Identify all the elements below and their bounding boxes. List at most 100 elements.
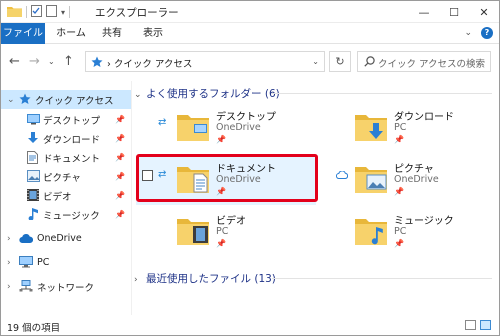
search-placeholder: クイック アクセスの検索 [378, 59, 486, 70]
pin-icon: 📌 [115, 172, 125, 181]
tab-file[interactable]: ファイル [1, 23, 45, 44]
title-bar: ▾ エクスプローラー — ☐ ✕ [1, 1, 499, 23]
folder-location: PC [394, 226, 407, 237]
folder-icon [7, 5, 22, 20]
details-view-icon[interactable] [465, 320, 476, 330]
group-title: 最近使用したファイル [146, 273, 251, 285]
nav-item-label: ミュージック [43, 210, 100, 222]
folder-tile-music[interactable]: ミュージック PC 📌 [314, 209, 494, 257]
nav-item-label: ネットワーク [37, 282, 95, 294]
folder-tile-desktop[interactable]: ⇄ デスクトップ OneDrive 📌 [136, 105, 316, 153]
toolbar-divider [26, 6, 27, 18]
nav-item-downloads[interactable]: ダウンロード 📌 [1, 129, 131, 148]
star-icon [91, 56, 103, 71]
refresh-button[interactable]: ↻ [329, 51, 351, 72]
maximize-button[interactable]: ☐ [439, 1, 469, 23]
help-icon[interactable]: ? [481, 27, 493, 39]
forward-arrow-icon[interactable]: → [29, 54, 40, 69]
chevron-down-icon[interactable]: ⌄ [7, 95, 15, 105]
address-bar[interactable]: › クイック アクセス ⌄ [85, 51, 325, 72]
nav-item-pc[interactable]: › PC [1, 253, 131, 272]
nav-item-desktop[interactable]: デスクトップ 📌 [1, 110, 131, 129]
star-icon [19, 93, 31, 108]
folder-name: デスクトップ [216, 112, 276, 123]
pin-icon: 📌 [216, 239, 226, 248]
nav-item-music[interactable]: ミュージック 📌 [1, 205, 131, 224]
folder-name: ピクチャ [394, 164, 434, 175]
cloud-icon [335, 170, 349, 182]
downloads-folder-icon [354, 109, 388, 146]
large-icons-view-icon[interactable] [480, 320, 491, 330]
pin-icon: 📌 [115, 115, 125, 124]
chevron-right-icon[interactable]: › [7, 282, 11, 292]
cloud-icon [19, 234, 34, 246]
close-button[interactable]: ✕ [469, 1, 499, 23]
pin-icon: 📌 [394, 239, 404, 248]
pin-icon: 📌 [115, 134, 125, 143]
folder-tile-downloads[interactable]: ダウンロード PC 📌 [314, 105, 494, 153]
highlight-annotation [136, 154, 318, 202]
chevron-down-icon[interactable]: ⌄ [134, 90, 146, 100]
nav-item-label: デスクトップ [43, 115, 101, 127]
toolbar-divider [69, 6, 71, 18]
pin-icon: 📌 [115, 153, 125, 162]
address-row: ← → ⌄ ↑ › クイック アクセス ⌄ ↻ クイック アクセスの検索 [1, 45, 499, 77]
folder-tile-videos[interactable]: ビデオ PC 📌 [136, 209, 316, 257]
nav-item-label: ピクチャ [43, 172, 81, 184]
music-folder-icon [354, 213, 388, 250]
nav-item-pictures[interactable]: ピクチャ 📌 [1, 167, 131, 186]
pin-icon: 📌 [115, 191, 125, 200]
status-bar: 19 個の項目 [1, 315, 499, 335]
group-count: (6) [264, 88, 280, 100]
folder-location: PC [394, 122, 407, 133]
video-icon [27, 189, 39, 204]
document-icon [27, 151, 38, 167]
nav-item-onedrive[interactable]: › OneDrive [1, 229, 131, 248]
nav-item-videos[interactable]: ビデオ 📌 [1, 186, 131, 205]
up-arrow-icon[interactable]: ↑ [63, 54, 74, 69]
back-arrow-icon[interactable]: ← [9, 54, 20, 69]
chevron-right-icon[interactable]: › [134, 275, 146, 285]
expand-ribbon-icon[interactable]: ⌄ [464, 28, 472, 38]
folder-tile-pictures[interactable]: ピクチャ OneDrive 📌 [314, 157, 494, 205]
folder-location: OneDrive [216, 122, 261, 133]
group-divider [272, 278, 492, 279]
chevron-down-icon[interactable]: ▾ [61, 8, 65, 17]
nav-item-quick-access[interactable]: ⌄ クイック アクセス [1, 90, 131, 109]
search-box[interactable]: クイック アクセスの検索 [357, 51, 491, 72]
view-toggle [465, 320, 491, 330]
pin-icon: 📌 [216, 135, 226, 144]
nav-item-label: ダウンロード [43, 134, 101, 146]
nav-item-label: OneDrive [37, 233, 82, 244]
tab-view[interactable]: 表示 [135, 23, 171, 44]
ribbon-right-controls: ⌄ ? [464, 27, 493, 39]
pictures-folder-icon [354, 161, 388, 198]
tab-home[interactable]: ホーム [51, 23, 91, 44]
recent-locations-icon[interactable]: ⌄ [48, 57, 55, 66]
videos-folder-icon [176, 213, 210, 250]
pin-icon: 📌 [394, 187, 404, 196]
group-header-frequent[interactable]: ⌄ よく使用するフォルダー (6) [134, 86, 280, 101]
breadcrumb[interactable]: › クイック アクセス [107, 56, 192, 70]
pin-icon: 📌 [115, 210, 125, 219]
chevron-right-icon[interactable]: › [7, 258, 11, 268]
music-note-icon [28, 207, 39, 223]
desktop-folder-icon [176, 109, 210, 146]
breadcrumb-label: クイック アクセス [113, 59, 193, 70]
nav-item-network[interactable]: › ネットワーク [1, 277, 131, 296]
properties-icon[interactable] [31, 4, 42, 20]
nav-item-documents[interactable]: ドキュメント 📌 [1, 148, 131, 167]
item-count: 19 個の項目 [7, 323, 61, 334]
chevron-right-icon[interactable]: › [7, 234, 11, 244]
chevron-down-icon[interactable]: ⌄ [312, 57, 319, 66]
minimize-button[interactable]: — [409, 1, 439, 23]
new-folder-icon[interactable] [46, 4, 57, 20]
sync-icon: ⇄ [158, 117, 167, 128]
group-header-recent[interactable]: › 最近使用したファイル (13) [134, 271, 276, 286]
tab-share[interactable]: 共有 [94, 23, 130, 44]
window-controls: — ☐ ✕ [409, 1, 499, 23]
explorer-window: ▾ エクスプローラー — ☐ ✕ ファイル ホーム 共有 表示 ⌄ ? ← → … [0, 0, 500, 336]
folder-location: OneDrive [394, 174, 439, 185]
desktop-folder-icon [27, 113, 40, 128]
quick-access-toolbar: ▾ [7, 4, 71, 20]
